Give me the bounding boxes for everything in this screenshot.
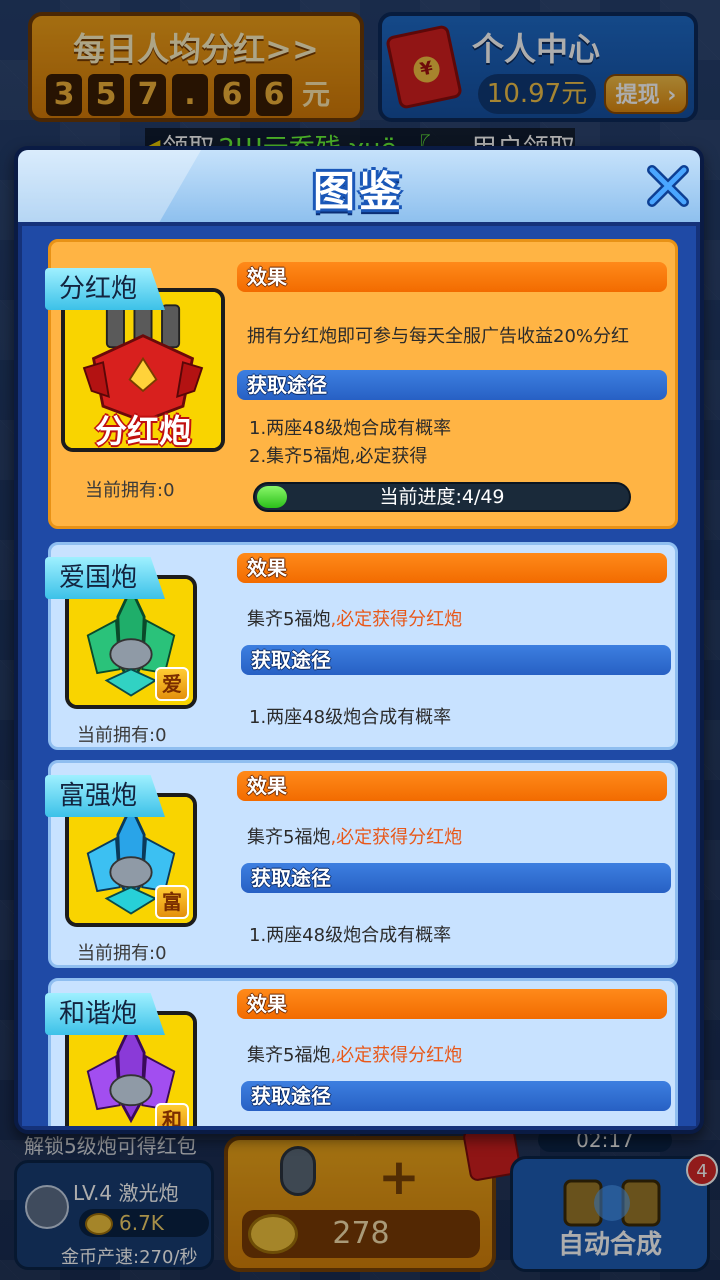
cannon-card-harmony: 和谐炮 和 效果 集齐5福炮,必定获得分红炮 获取途径	[45, 978, 678, 1126]
source-line-2: 2.集齐5福炮,必定获得	[249, 446, 428, 467]
source-header: 获取途径	[241, 863, 671, 893]
cannon-portrait-label: 分红炮	[94, 412, 191, 450]
collection-progress-bar: 当前进度:4/49	[253, 482, 631, 512]
source-line-1: 1.两座48级炮合成有概率	[249, 418, 452, 439]
source-header: 获取途径	[237, 370, 667, 400]
effect-text-highlight: ,必定获得分红炮	[330, 827, 463, 848]
close-button[interactable]	[642, 160, 694, 212]
effect-header: 效果	[237, 771, 667, 801]
effect-text-prefix: 集齐5福炮	[247, 827, 331, 848]
effect-header: 效果	[237, 989, 667, 1019]
cannon-portrait[interactable]: 分红炮	[61, 288, 225, 452]
effect-text-prefix: 集齐5福炮	[247, 609, 331, 630]
effect-header: 效果	[237, 553, 667, 583]
effect-text: 集齐5福炮,必定获得分红炮	[247, 1041, 462, 1067]
cannon-card-dividend: 分红炮 分红炮 当前拥有:0 效果 拥有分红炮即可参与每天全服广告收益20%分红…	[45, 239, 678, 529]
effect-text: 集齐5福炮,必定获得分红炮	[247, 605, 462, 631]
progress-label: 当前进度:4/49	[379, 486, 505, 508]
cannon-name-tag: 爱国炮	[45, 557, 165, 599]
cannon-type-badge: 和	[155, 1103, 189, 1126]
effect-text-highlight: ,必定获得分红炮	[330, 609, 463, 630]
cannon-card-prosperity: 富强炮 富 当前拥有:0 效果 集齐5福炮,必定获得分红炮 获取途径 1.两座4…	[45, 760, 678, 968]
source-header: 获取途径	[241, 645, 671, 675]
cannon-name-tag: 和谐炮	[45, 993, 165, 1035]
owned-count: 当前拥有:0	[77, 725, 167, 746]
effect-text: 拥有分红炮即可参与每天全服广告收益20%分红	[247, 326, 630, 347]
effect-header: 效果	[237, 262, 667, 292]
cannon-name-tag: 富强炮	[45, 775, 165, 817]
cannon-type-badge: 爱	[155, 667, 189, 701]
effect-text-highlight: ,必定获得分红炮	[330, 1045, 463, 1066]
close-x-icon	[647, 165, 689, 207]
owned-count: 当前拥有:0	[77, 943, 167, 964]
modal-header: 图鉴	[18, 150, 700, 222]
cannon-card-patriotic: 爱国炮 爱 当前拥有:0 效果 集齐5福炮,必定获得分红炮 获取途径 1.两座4…	[45, 542, 678, 750]
collection-list[interactable]: 分红炮 分红炮 当前拥有:0 效果 拥有分红炮即可参与每天全服广告收益20%分红…	[22, 226, 696, 1126]
cannon-name-tag: 分红炮	[45, 268, 165, 310]
owned-count: 当前拥有:0	[85, 480, 175, 501]
modal-title: 图鉴	[312, 167, 405, 216]
source-line-1: 1.两座48级炮合成有概率	[249, 707, 452, 728]
source-header: 获取途径	[241, 1081, 671, 1111]
collection-modal: 图鉴 分红炮 分红炮 当前拥有:0 效果 拥有分红炮即可参与每天全服广告收益20…	[14, 146, 704, 1134]
cannon-type-badge: 富	[155, 885, 189, 919]
effect-text-prefix: 集齐5福炮	[247, 1045, 331, 1066]
source-line-1: 1.两座48级炮合成有概率	[249, 925, 452, 946]
effect-text: 集齐5福炮,必定获得分红炮	[247, 823, 462, 849]
